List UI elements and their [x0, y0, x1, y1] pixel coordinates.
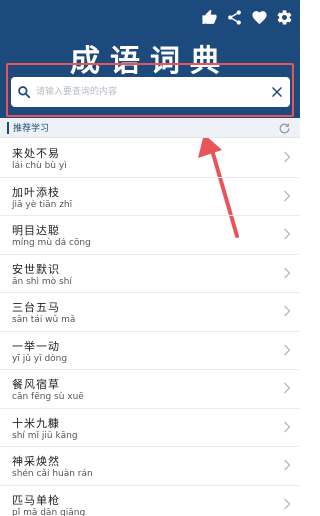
chevron-right-icon [284, 498, 291, 509]
chevron-right-icon [284, 267, 291, 278]
idiom-title: 神采焕然 [12, 455, 60, 468]
chevron-right-icon [284, 382, 291, 394]
section-header: 推荐学习 [0, 118, 300, 138]
share-icon[interactable] [222, 6, 246, 28]
list-item[interactable]: 餐风宿草 cān fēng sù xuē [0, 370, 300, 409]
chevron-right-icon [284, 228, 291, 240]
idiom-pinyin: shí mǐ jiǔ kāng [12, 430, 78, 441]
list-item[interactable]: 神采焕然 shén cǎi huàn rán [0, 447, 300, 486]
chevron-right-icon [284, 344, 291, 355]
list-item[interactable]: 一举一动 yī jǔ yī dòng [0, 332, 300, 370]
idiom-title: 匹马单枪 [12, 493, 60, 507]
toolbar [196, 6, 296, 28]
section-label: 推荐学习 [13, 124, 50, 134]
chevron-right-icon [284, 459, 291, 471]
idiom-title: 来处不易 [12, 147, 60, 160]
app-header: 成语词典 [0, 0, 300, 118]
idiom-pinyin: míng mù dá cōng [12, 238, 91, 248]
list-item[interactable]: 三台五马 sān tái wǔ mǎ [0, 293, 300, 332]
idiom-title: 安世默识 [12, 262, 60, 276]
idiom-pinyin: cān fēng sù xuē [12, 392, 84, 402]
idiom-pinyin: pǐ mǎ dān qiāng [12, 507, 86, 516]
chevron-right-icon [284, 305, 291, 317]
chevron-right-icon [284, 190, 291, 201]
idiom-pinyin: lái chù bù yì [12, 161, 67, 171]
list-item[interactable]: 匹马单枪 pǐ mǎ dān qiāng [0, 486, 300, 516]
list-item[interactable]: 来处不易 lái chù bù yì [0, 139, 300, 178]
idiom-pinyin: shén cǎi huàn rán [12, 469, 93, 479]
refresh-icon[interactable] [278, 122, 291, 135]
search-bar[interactable] [11, 77, 290, 107]
idiom-title: 加叶添枝 [12, 185, 60, 199]
idiom-title: 三台五马 [12, 301, 60, 314]
search-input[interactable] [36, 77, 270, 107]
app-title: 成语词典 [70, 44, 230, 79]
section-accent-bar [7, 121, 9, 134]
search-icon [18, 86, 31, 99]
list-item[interactable]: 十米九糠 shí mǐ jiǔ kāng [0, 409, 300, 447]
chevron-right-icon [284, 151, 291, 163]
idiom-title: 餐风宿草 [12, 378, 60, 391]
list-item[interactable]: 加叶添枝 jiā yè tiān zhī [0, 178, 300, 216]
idiom-title: 一举一动 [12, 339, 60, 353]
idiom-list: 来处不易 lái chù bù yì 加叶添枝 jiā yè tiān zhī 明目达聪… [0, 139, 300, 516]
chevron-right-icon [284, 421, 291, 432]
gear-icon[interactable] [272, 6, 296, 28]
idiom-pinyin: sān tái wǔ mǎ [12, 315, 76, 325]
list-item[interactable]: 安世默识 ān shì mò shí [0, 255, 300, 293]
thumbs-up-icon[interactable] [197, 6, 221, 28]
idiom-title: 明目达聪 [12, 224, 60, 237]
close-icon[interactable] [270, 85, 284, 99]
list-item[interactable]: 明目达聪 míng mù dá cōng [0, 216, 300, 255]
heart-icon[interactable] [247, 6, 271, 28]
idiom-pinyin: ān shì mò shí [12, 276, 72, 287]
idiom-title: 十米九糠 [12, 416, 60, 430]
idiom-pinyin: jiā yè tiān zhī [12, 199, 73, 210]
idiom-pinyin: yī jǔ yī dòng [12, 353, 68, 364]
